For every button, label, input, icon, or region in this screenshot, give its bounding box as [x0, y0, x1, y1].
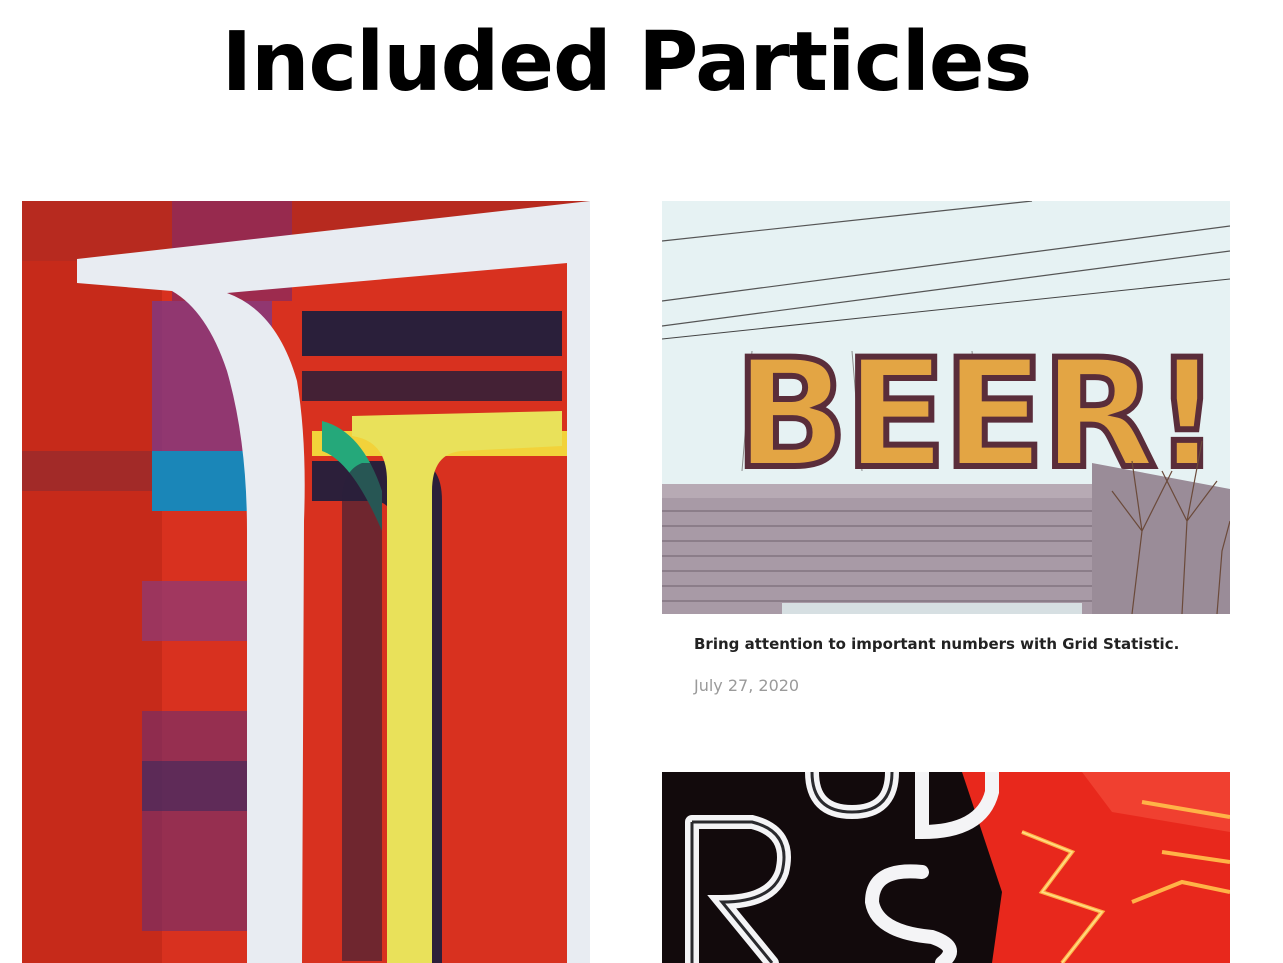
- feature-card-image[interactable]: [22, 201, 590, 963]
- neon-sign-image: [662, 772, 1230, 963]
- beer-card-image[interactable]: BEER!: [662, 201, 1230, 614]
- neon-card-image[interactable]: [662, 772, 1230, 963]
- mural-image: [22, 201, 590, 963]
- beer-card-date: July 27, 2020: [694, 676, 800, 695]
- page-title: Included Particles: [221, 15, 1033, 110]
- beer-sign-image: BEER!: [662, 201, 1230, 614]
- beer-card-title-link[interactable]: Bring attention to important numbers wit…: [694, 635, 1214, 653]
